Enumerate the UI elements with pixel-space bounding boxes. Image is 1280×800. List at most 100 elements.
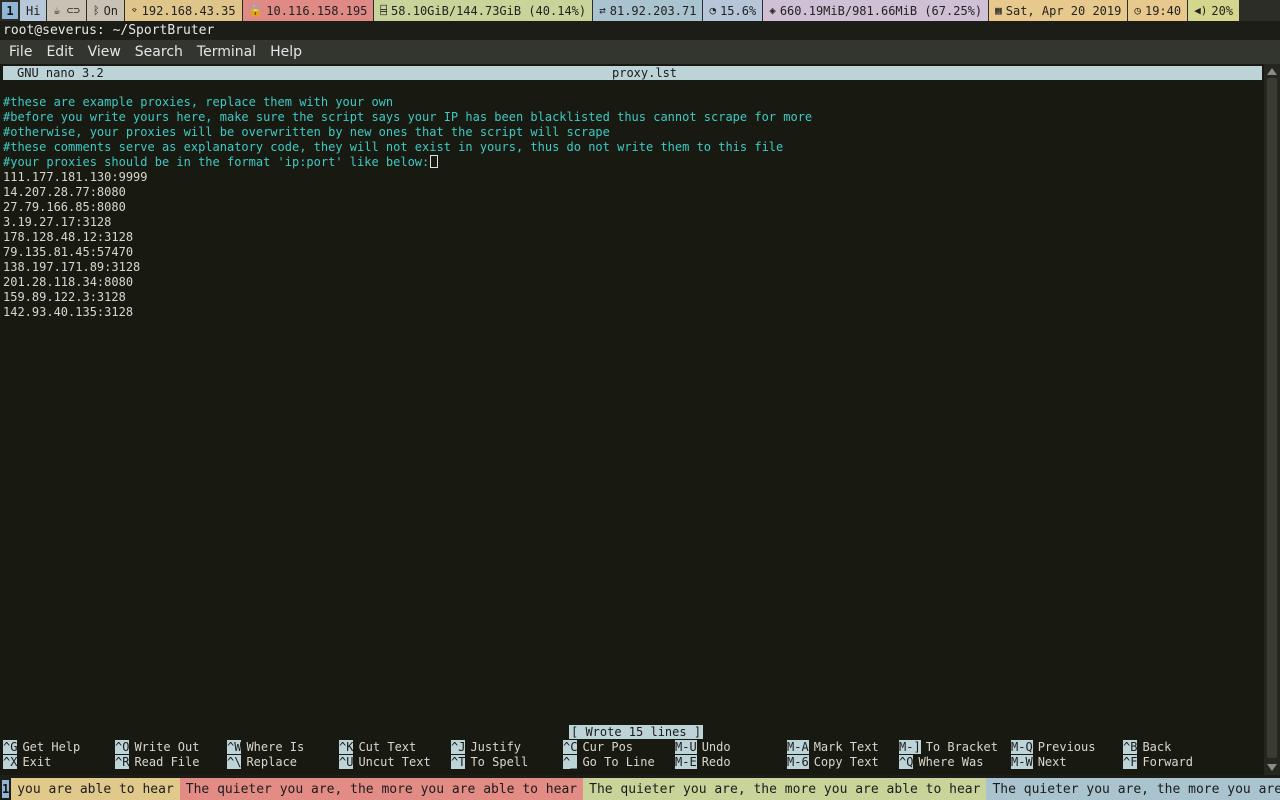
- cpu-icon: ◔: [709, 4, 717, 17]
- proxy-line[interactable]: 201.28.118.34:8080: [3, 275, 812, 290]
- shortcut-key: M-W: [1011, 755, 1033, 769]
- bluetooth-value: On: [103, 3, 119, 18]
- comment-line[interactable]: #before you write yours here, make sure …: [3, 110, 812, 125]
- shortcut-key: ^Q: [899, 755, 914, 769]
- shortcut-cur-pos[interactable]: ^C Cur Pos: [563, 740, 633, 755]
- proxy-line[interactable]: 159.89.122.3:3128: [3, 290, 812, 305]
- status-cpu[interactable]: ◔ 15.6%: [703, 0, 763, 21]
- shortcut-to-bracket[interactable]: M-] To Bracket: [899, 740, 998, 755]
- shortcut-key: M-]: [899, 740, 921, 754]
- bluetooth-icon: ᛒ: [92, 4, 100, 17]
- proxy-line[interactable]: 79.135.81.45:57470: [3, 245, 812, 260]
- shortcut-get-help[interactable]: ^G Get Help: [3, 740, 80, 755]
- scroll-up-arrow-icon[interactable]: [1267, 68, 1277, 75]
- shortcut-label: To Bracket: [925, 740, 998, 754]
- shortcut-redo[interactable]: M-E Redo: [675, 755, 731, 770]
- proxy-line[interactable]: 14.207.28.77:8080: [3, 185, 812, 200]
- shortcut-label: Exit: [22, 755, 52, 769]
- shortcut-where-was[interactable]: ^Q Where Was: [899, 755, 983, 770]
- shortcut-exit[interactable]: ^X Exit: [3, 755, 51, 770]
- menu-file[interactable]: File: [2, 40, 39, 64]
- status-bluetooth[interactable]: ᛒ On: [86, 0, 125, 21]
- proxy-line[interactable]: 3.19.27.17:3128: [3, 215, 812, 230]
- scroll-down-arrow-icon[interactable]: [1267, 764, 1277, 771]
- menu-search[interactable]: Search: [128, 40, 190, 64]
- shortcut-label: Cut Text: [358, 740, 417, 754]
- proxy-line[interactable]: 27.79.166.85:8080: [3, 200, 812, 215]
- status-blocks: Hi ☕ ⊂⊃ ᛒ On ⌔ 192.168.43.35 🔒 10.116.158.195 ⌸ 5…: [20, 0, 1240, 21]
- proxy-line[interactable]: 178.128.48.12:3128: [3, 230, 812, 245]
- shortcut-key: ^J: [451, 740, 466, 754]
- comment-line[interactable]: #otherwise, your proxies will be overwri…: [3, 125, 812, 140]
- shortcut-write-out[interactable]: ^O Write Out: [115, 740, 199, 755]
- shortcut-key: ^U: [339, 755, 354, 769]
- shortcut-previous[interactable]: M-Q Previous: [1011, 740, 1095, 755]
- wifi-icon: ⌔: [131, 4, 138, 17]
- shortcut-where-is[interactable]: ^W Where Is: [227, 740, 304, 755]
- shortcut-key: M-Q: [1011, 740, 1033, 754]
- proxy-line[interactable]: 111.177.181.130:9999: [3, 170, 812, 185]
- proxy-line[interactable]: 142.93.40.135:3128: [3, 305, 812, 320]
- ticker-segment: The quieter you are, the more you are ab…: [179, 778, 584, 800]
- nano-editor[interactable]: GNU nano 3.2 proxy.lst #these are exampl…: [0, 64, 1264, 775]
- workspace-1-button[interactable]: 1: [2, 2, 18, 19]
- shortcut-uncut-text[interactable]: ^U Uncut Text: [339, 755, 431, 770]
- ticker-segment: The quieter you are, the more you are ab…: [986, 778, 1280, 800]
- terminal-scrollbar[interactable]: [1264, 64, 1280, 775]
- comment-line[interactable]: #these comments serve as explanatory cod…: [3, 140, 812, 155]
- shortcut-undo[interactable]: M-U Undo: [675, 740, 731, 755]
- workspace-1-bottom-button[interactable]: 1: [2, 780, 10, 798]
- nano-shortcut-bar: ^G Get Help ^O Write Out ^W Where Is ^K Cut Tex…: [3, 740, 1243, 770]
- menu-view[interactable]: View: [81, 40, 128, 64]
- proxy-line[interactable]: 138.197.171.89:3128: [3, 260, 812, 275]
- comment-line[interactable]: #your proxies should be in the format 'i…: [3, 155, 812, 170]
- greeting-value: Hi: [26, 3, 41, 18]
- shortcut-copy-text[interactable]: M-6 Copy Text: [787, 755, 879, 770]
- shortcut-label: Write Out: [134, 740, 200, 754]
- status-disk[interactable]: ⌸ 58.10GiB/144.73GiB (40.14%): [374, 0, 593, 21]
- status-volume[interactable]: ◀) 20%: [1188, 0, 1240, 21]
- shortcut-justify[interactable]: ^J Justify: [451, 740, 521, 755]
- shortcut-forward[interactable]: ^F Forward: [1123, 755, 1193, 770]
- shortcut-row-1: ^G Get Help ^O Write Out ^W Where Is ^K Cut Tex…: [3, 740, 1243, 755]
- shortcut-replace[interactable]: ^\ Replace: [227, 755, 297, 770]
- shortcut-key: ^_: [563, 755, 578, 769]
- shortcut-to-spell[interactable]: ^T To Spell: [451, 755, 528, 770]
- public-ip-value: 81.92.203.71: [609, 3, 697, 18]
- menu-edit[interactable]: Edit: [39, 40, 80, 64]
- menu-terminal[interactable]: Terminal: [190, 40, 263, 64]
- menu-help[interactable]: Help: [263, 40, 309, 64]
- disk-value: 58.10GiB/144.73GiB (40.14%): [391, 3, 587, 18]
- shortcut-label: Where Is: [246, 740, 305, 754]
- nano-filename: proxy.lst: [612, 66, 678, 80]
- status-vpn[interactable]: 🔒 10.116.158.195: [242, 0, 374, 21]
- shortcut-back[interactable]: ^B Back: [1123, 740, 1171, 755]
- shortcut-cut-text[interactable]: ^K Cut Text: [339, 740, 416, 755]
- terminal-window-title: root@severus: ~/SportBruter: [0, 21, 1280, 40]
- cpu-value: 15.6%: [720, 3, 757, 18]
- shortcut-key: ^\: [227, 755, 242, 769]
- shortcut-go-to-line[interactable]: ^_ Go To Line: [563, 755, 655, 770]
- text-cursor: [430, 155, 439, 168]
- shortcut-read-file[interactable]: ^R Read File: [115, 755, 199, 770]
- status-date[interactable]: ▦ Sat, Apr 20 2019: [989, 0, 1128, 21]
- bottom-ticker-bar: 1 you are able to hear The quieter you ar…: [0, 778, 1280, 800]
- status-memory[interactable]: ◈ 660.19MiB/981.66MiB (67.25%): [763, 0, 989, 21]
- shortcut-next[interactable]: M-W Next: [1011, 755, 1067, 770]
- editor-buffer[interactable]: #these are example proxies, replace them…: [3, 95, 812, 320]
- status-greeting[interactable]: Hi: [20, 0, 47, 21]
- shortcut-label: Next: [1037, 755, 1067, 769]
- shortcut-row-2: ^X Exit ^R Read File ^\ Replace ^U Uncut Text ^T…: [3, 755, 1243, 770]
- shortcut-key: M-E: [675, 755, 697, 769]
- shortcut-label: Replace: [246, 755, 298, 769]
- status-clock[interactable]: ◷ 19:40: [1128, 0, 1188, 21]
- status-toggles[interactable]: ☕ ⊂⊃: [47, 0, 86, 21]
- scrollbar-thumb[interactable]: [1267, 78, 1277, 758]
- comment-line[interactable]: #these are example proxies, replace them…: [3, 95, 812, 110]
- toggles-icon: ☕ ⊂⊃: [53, 4, 80, 17]
- wifi-value: 192.168.43.35: [141, 3, 236, 18]
- shortcut-mark-text[interactable]: M-A Mark Text: [787, 740, 879, 755]
- status-public-ip[interactable]: ⇄ 81.92.203.71: [593, 0, 703, 21]
- status-wifi[interactable]: ⌔ 192.168.43.35: [125, 0, 242, 21]
- shortcut-key: ^O: [115, 740, 130, 754]
